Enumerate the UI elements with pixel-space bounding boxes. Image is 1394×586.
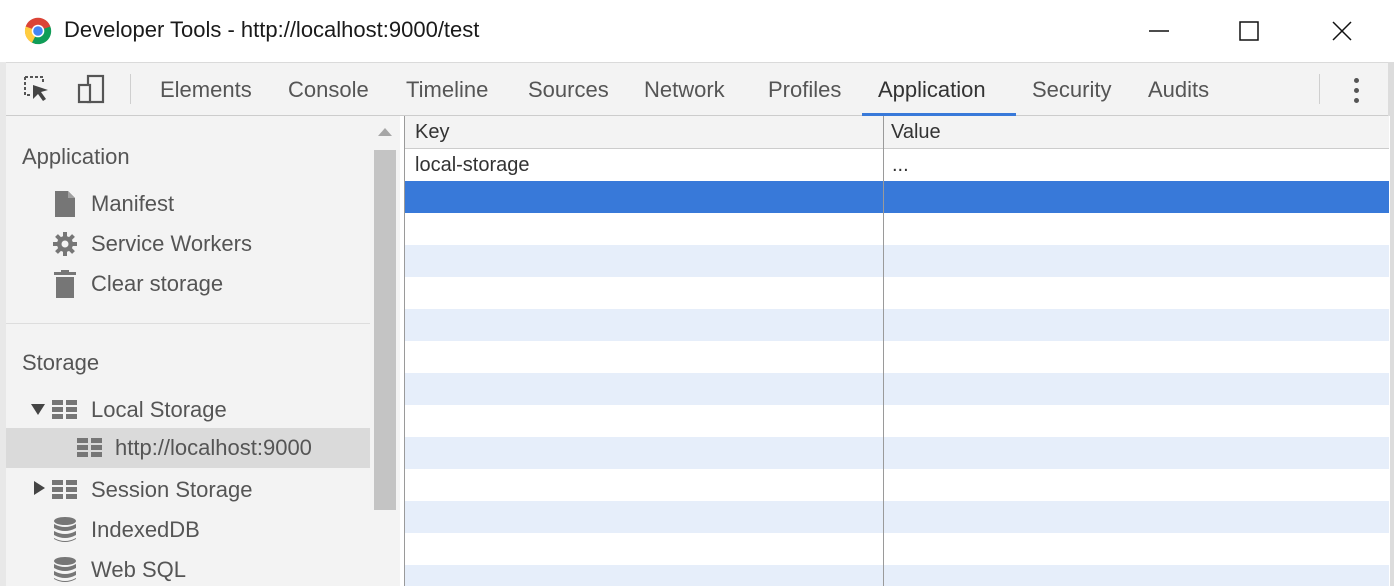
table-row[interactable]: local-storage ... [405,149,1389,181]
sidebar-item-clear-storage[interactable]: Clear storage [6,264,370,304]
document-icon [52,190,78,218]
sidebar-item-session-storage[interactable]: Session Storage [6,470,370,510]
application-sidebar: Application Manifest Service Workers Cle… [6,116,370,586]
column-header-key[interactable]: Key [405,116,883,149]
tab-console[interactable]: Console [288,63,369,115]
sidebar-scrollbar[interactable] [370,116,400,586]
table-row-empty [405,501,1389,533]
sidebar-item-label: Session Storage [91,477,253,502]
grid-icon [77,434,103,462]
maximize-button[interactable] [1204,0,1294,62]
column-header-value[interactable]: Value [883,116,1389,149]
device-toggle-icon [77,74,105,104]
sidebar-item-service-workers[interactable]: Service Workers [6,224,370,264]
sidebar-item-label: Local Storage [91,397,227,422]
table-row-empty [405,213,1389,245]
expand-triangle-right-icon[interactable] [34,481,45,495]
table-row-empty [405,533,1389,565]
table-row-empty [405,405,1389,437]
table-cell-key: local-storage [415,154,530,176]
database-icon [52,516,78,544]
devtools-tab-bar: Elements Console Timeline Sources Networ… [6,62,1388,116]
sidebar-item-label: Clear storage [91,271,224,296]
section-heading-storage: Storage [22,350,100,375]
sidebar-item-label: Manifest [91,191,175,216]
database-icon [52,556,78,584]
sidebar-item-manifest[interactable]: Manifest [6,184,370,224]
tab-timeline[interactable]: Timeline [406,63,488,115]
expand-triangle-down-icon[interactable] [31,404,45,415]
inspect-cursor-icon [24,76,48,101]
maximize-icon [1239,21,1259,41]
chrome-icon [24,17,52,45]
sidebar-item-label: IndexedDB [91,517,200,542]
inspect-element-button[interactable] [22,73,52,105]
sidebar-item-web-sql[interactable]: Web SQL [6,550,370,586]
table-row-selected[interactable] [405,181,1389,213]
grid-icon [52,396,78,424]
table-row-empty [405,469,1389,501]
tab-elements[interactable]: Elements [160,63,252,115]
storage-data-grid: Key Value local-storage ... [404,116,1390,586]
sidebar-item-label: http://localhost:9000 [115,435,312,460]
tab-application[interactable]: Application [878,63,986,115]
title-bar: Developer Tools - http://localhost:9000/… [0,0,1394,62]
trash-icon [52,270,78,298]
table-cell-value: ... [892,154,909,176]
close-button[interactable] [1297,0,1387,62]
sidebar-divider [6,323,370,324]
grid-icon [52,476,78,504]
table-row-empty [405,277,1389,309]
toolbar-separator [1319,74,1320,104]
close-icon [1332,21,1352,41]
table-row-empty [405,309,1389,341]
sidebar-item-label: Web SQL [91,557,186,582]
tab-profiles[interactable]: Profiles [768,63,841,115]
window-title: Developer Tools - http://localhost:9000/… [64,17,480,42]
table-row-empty [405,245,1389,277]
section-heading-application: Application [22,144,130,169]
table-row-empty [405,437,1389,469]
more-options-icon[interactable] [1344,73,1368,107]
table-row-empty [405,341,1389,373]
tab-sources[interactable]: Sources [528,63,609,115]
gear-icon [52,230,78,258]
minimize-button[interactable] [1114,0,1204,62]
minimize-icon [1149,30,1169,32]
sidebar-item-label: Service Workers [91,231,252,256]
tab-network[interactable]: Network [644,63,725,115]
column-divider[interactable] [883,116,884,586]
toolbar-separator [130,74,131,104]
sidebar-item-indexeddb[interactable]: IndexedDB [6,510,370,550]
table-row-empty [405,565,1389,586]
table-row-empty [405,373,1389,405]
tab-audits[interactable]: Audits [1148,63,1209,115]
device-mode-button[interactable] [76,73,106,105]
sidebar-item-local-storage[interactable]: Local Storage [6,390,370,430]
scroll-up-arrow-icon[interactable] [378,128,392,136]
scrollbar-thumb[interactable] [374,150,396,510]
tab-security[interactable]: Security [1032,63,1111,115]
sidebar-item-localhost-origin[interactable]: http://localhost:9000 [6,428,370,468]
